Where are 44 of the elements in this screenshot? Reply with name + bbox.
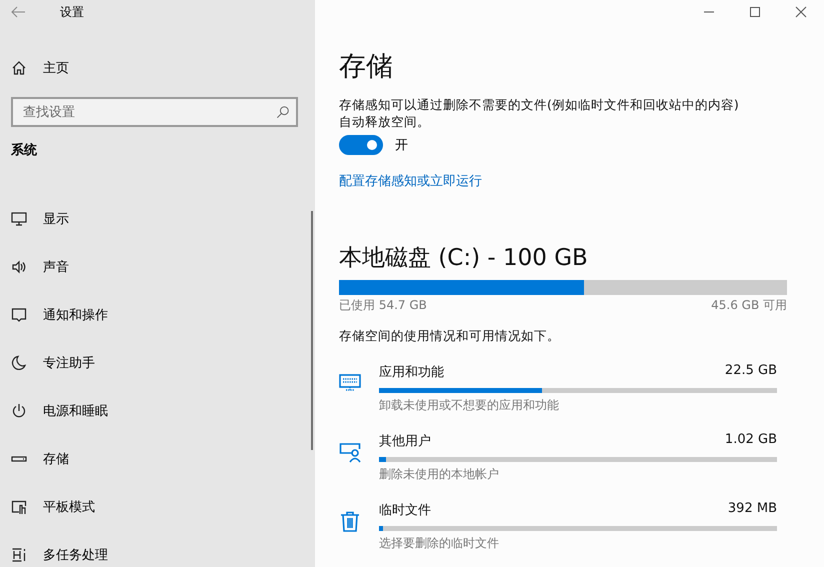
category-name[interactable]: 其他用户 [379,432,431,450]
search-icon [276,105,290,119]
monitor-icon [11,211,27,227]
nav-item[interactable]: 多任务处理 [0,531,291,567]
category-hint: 卸载未使用或不想要的应用和功能 [379,397,560,414]
category-size: 22.5 GB [724,363,777,380]
settings-link[interactable]: 配置存储感知或立即运行 [339,172,482,190]
trash-icon [339,511,361,533]
multitask-icon [11,547,27,563]
toggle-switch[interactable] [339,135,383,155]
speech-bubble-icon [11,307,27,323]
category-name[interactable]: 临时文件 [379,501,431,519]
home-nav-item[interactable]: 主页 [0,44,291,91]
power-icon [11,403,27,419]
nav-item[interactable]: 存储 [0,435,291,483]
tablet-touch-icon [11,499,27,515]
disk-title: 本地磁盘 (C:) - 100 GB [339,244,589,272]
category-hint: 删除未使用的本地帐户 [379,466,500,483]
nav-item[interactable]: 平板模式 [0,483,291,531]
toggle-label: 开 [395,137,408,154]
category-hint: 选择要删除的临时文件 [379,535,500,552]
description-text: 存储感知可以通过删除不需要的文件(例如临时文件和回收站中的内容)自动释放空间。 [339,96,740,130]
scrollbar[interactable] [311,211,313,450]
category-size: 392 MB [728,501,777,518]
free-label: 45.6 GB 可用 [711,297,787,314]
home-icon [11,60,27,76]
category-size: 1.02 GB [724,432,777,449]
page-title: 存储 [339,50,394,84]
nav-item[interactable]: 显示 [0,195,291,243]
user-monitor-icon [339,442,361,464]
nav-item[interactable]: 电源和睡眠 [0,387,291,435]
nav-item[interactable]: 通知和操作 [0,291,291,339]
window-title: 设置 [60,4,84,20]
category-name[interactable]: 应用和功能 [379,363,444,381]
section-heading: 系统 [11,142,38,159]
nav-item[interactable]: 声音 [0,243,291,291]
moon-icon [11,355,27,371]
close-icon[interactable] [795,6,807,18]
summary-text: 存储空间的使用情况和可用情况如下。 [339,328,561,345]
speaker-icon [11,259,27,275]
nav-item[interactable]: 专注助手 [0,339,291,387]
maximize-icon[interactable] [749,6,761,18]
used-label: 已使用 54.7 GB [339,297,427,314]
search-field[interactable]: 查找设置 [11,97,298,127]
